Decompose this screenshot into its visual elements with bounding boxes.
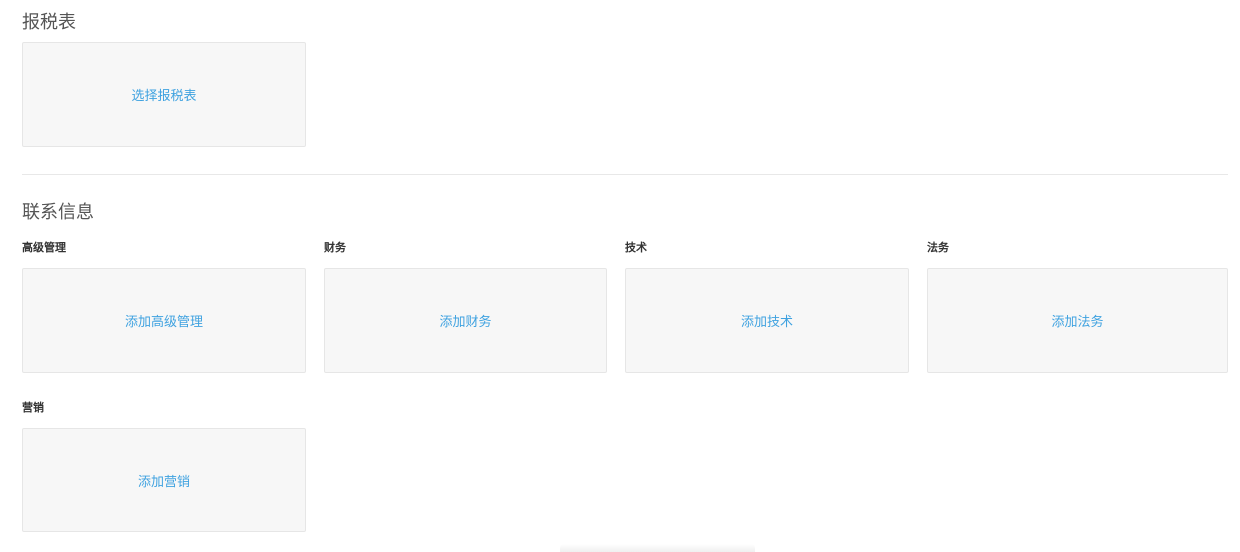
add-finance-button[interactable]: 添加财务 [324, 268, 607, 373]
finance-label: 财务 [324, 241, 346, 254]
add-senior-management-button[interactable]: 添加高级管理 [22, 268, 306, 373]
technical-label: 技术 [625, 241, 647, 254]
add-finance-text: 添加财务 [439, 315, 492, 330]
tax-section-title: 报税表 [22, 12, 76, 33]
add-technical-text: 添加技术 [740, 315, 793, 330]
add-marketing-button[interactable]: 添加营销 [22, 428, 306, 532]
add-marketing-text: 添加营销 [137, 474, 190, 490]
add-senior-management-text: 添加高级管理 [124, 315, 203, 330]
page: 报税表 选择报税表 联系信息 高级管理 添加高级管理 财务 添加财务 技术 添加… [0, 0, 1240, 552]
select-tax-form-button[interactable]: 选择报税表 [22, 42, 306, 147]
add-legal-text: 添加法务 [1051, 315, 1104, 330]
select-tax-form-label: 选择报税表 [131, 89, 197, 104]
senior-management-label: 高级管理 [22, 241, 66, 254]
marketing-label: 营销 [22, 401, 44, 414]
bottom-bar-shadow [560, 544, 755, 552]
add-technical-button[interactable]: 添加技术 [625, 268, 909, 373]
contact-section-title: 联系信息 [22, 202, 94, 223]
add-legal-button[interactable]: 添加法务 [927, 268, 1228, 373]
section-divider [22, 174, 1228, 175]
legal-label: 法务 [927, 241, 949, 254]
